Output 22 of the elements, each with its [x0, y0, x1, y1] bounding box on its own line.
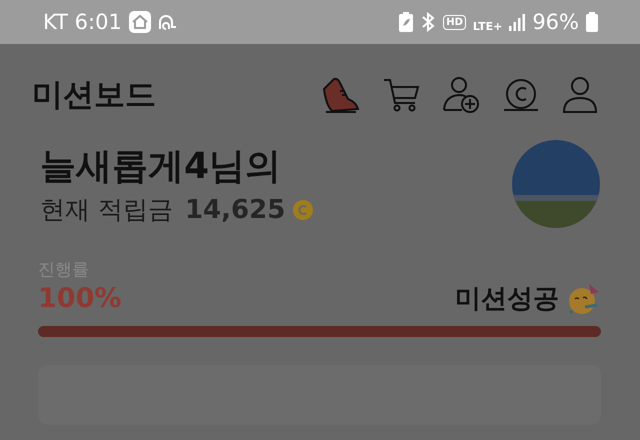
network-type: LTE+	[472, 20, 502, 33]
cart-icon[interactable]	[382, 77, 420, 113]
add-user-icon[interactable]	[442, 76, 480, 114]
user-icon[interactable]	[562, 76, 598, 114]
coin-icon	[293, 200, 314, 220]
loop-icon	[158, 13, 178, 31]
party-face-icon	[567, 282, 601, 314]
battery-saver-icon	[399, 12, 414, 32]
balance-amount: 14,625	[184, 194, 286, 224]
hd-badge: HD	[443, 14, 466, 30]
balance-label: 현재 적립금	[40, 194, 173, 226]
mission-status: 미션성공	[455, 283, 559, 316]
home-icon	[128, 11, 151, 33]
user-name: 늘새롭게4님의	[40, 145, 282, 189]
bluetooth-icon	[420, 12, 436, 32]
battery-icon	[586, 12, 598, 32]
battery-level: 96%	[532, 10, 579, 34]
status-time: KT 6:01	[43, 10, 122, 34]
signal-icon	[509, 13, 526, 31]
coin-icon[interactable]	[502, 78, 540, 112]
page-title: 미션보드	[32, 76, 156, 115]
sneaker-icon[interactable]	[320, 75, 360, 115]
